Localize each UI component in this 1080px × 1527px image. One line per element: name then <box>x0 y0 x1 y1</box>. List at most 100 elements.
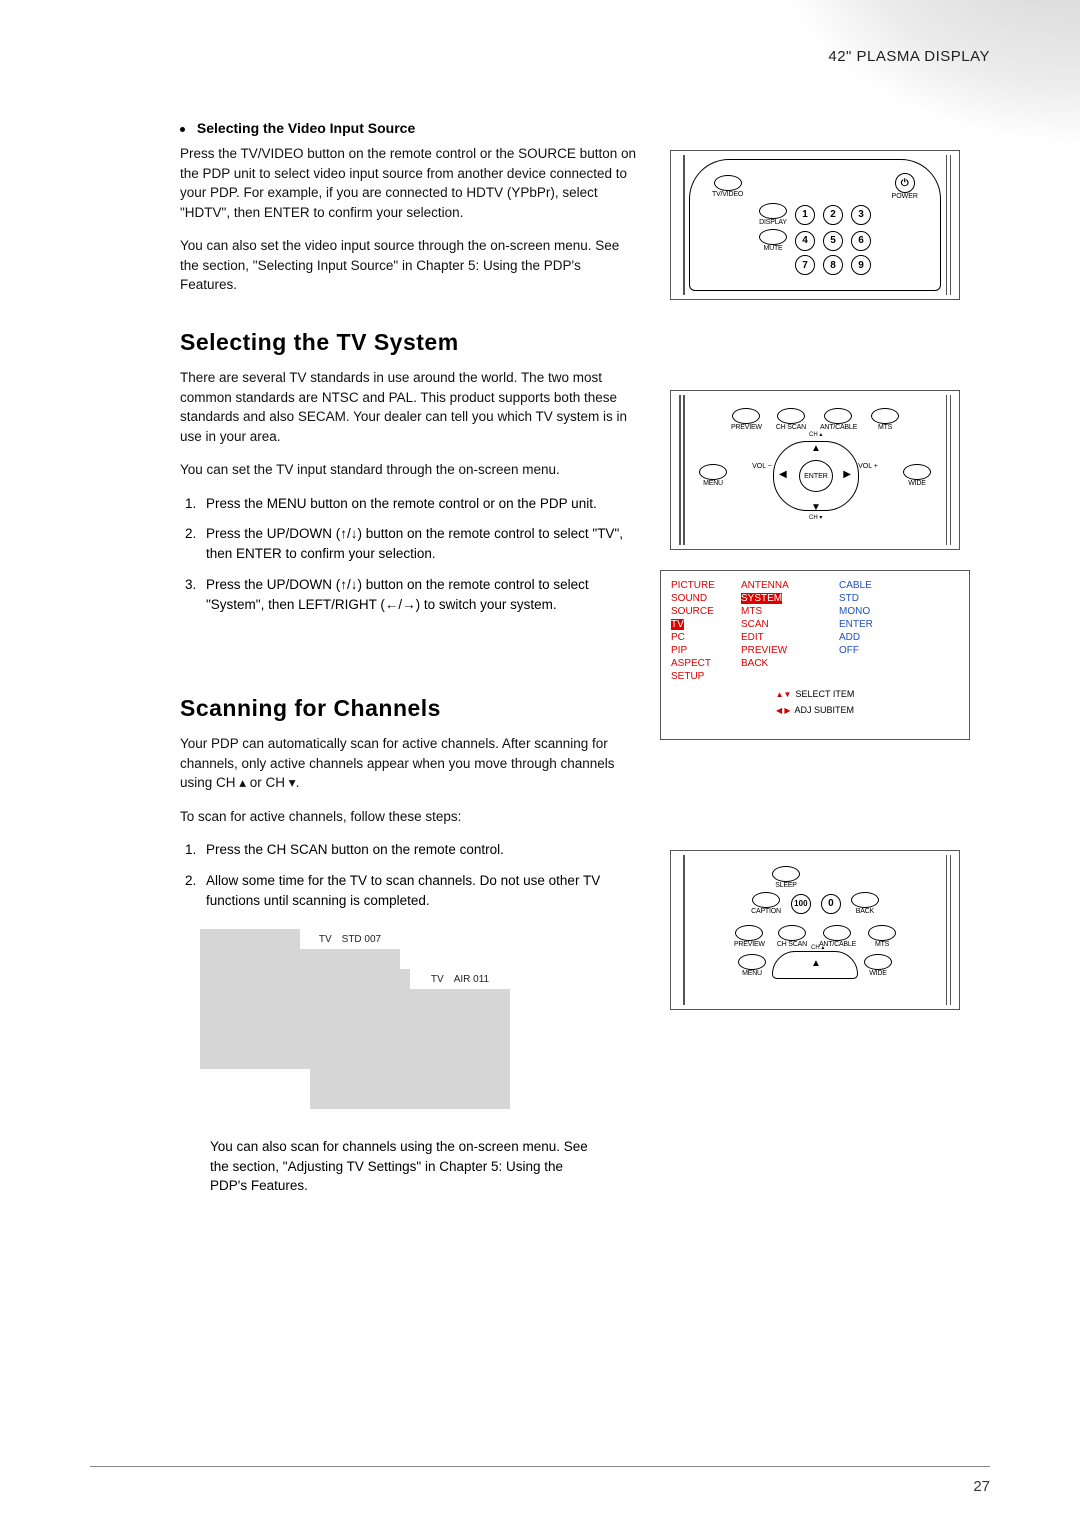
osd-col3-item: OFF <box>835 644 963 657</box>
section-heading-tv-system: Selecting the TV System <box>180 329 640 356</box>
figure-osd-menu: PICTUREANTENNACABLE SOUNDSYSTEMSTD SOURC… <box>660 570 970 740</box>
button-label: PREVIEW <box>734 941 765 948</box>
right-arrow-icon[interactable]: ▶ <box>843 469 851 480</box>
section-heading-scan-channels: Scanning for Channels <box>180 695 640 722</box>
osd-col3-item: MONO <box>835 605 963 618</box>
dpad-top: CH ▴ ▲ <box>772 951 858 979</box>
left-arrow-icon[interactable]: ◀ <box>779 469 787 480</box>
osd-col2-item: SYSTEM <box>737 592 835 605</box>
subsection-heading-video-input: Selecting the Video Input Source <box>180 120 640 136</box>
frame-line <box>683 395 685 545</box>
frame-line <box>950 395 952 545</box>
osd-col2-item: EDIT <box>737 631 835 644</box>
osd-col1-item: PICTURE <box>667 579 737 592</box>
button-label: POWER <box>892 193 918 200</box>
wide-button[interactable]: WIDE <box>903 464 931 487</box>
button-label: CH SCAN <box>777 941 807 948</box>
button-label: SLEEP <box>775 882 797 889</box>
dpad: ENTER ▲ ▼ ◀ ▶ CH ▴ CH ▾ VOL − VOL + <box>755 435 875 515</box>
button-label: WIDE <box>908 480 925 487</box>
osd-col1-item: PC <box>667 631 737 644</box>
num-key-100[interactable]: 100 <box>791 894 811 914</box>
sleep-button[interactable]: SLEEP <box>772 866 800 889</box>
steps-list-tv-system: Press the MENU button on the remote cont… <box>180 494 640 615</box>
dpad-vol-up-label: VOL + <box>857 463 879 470</box>
num-key-2[interactable]: 2 <box>823 205 843 225</box>
num-key-4[interactable]: 4 <box>795 231 815 251</box>
button-label: WIDE <box>869 970 886 977</box>
osd-col3-item: STD <box>835 592 963 605</box>
antcable-button[interactable]: ANT/CABLE <box>820 408 857 431</box>
osd-col1-item: SETUP <box>667 670 737 683</box>
paragraph-footnote: You can also scan for channels using the… <box>210 1137 590 1196</box>
mts-button[interactable]: MTS <box>871 408 899 431</box>
power-icon: ⏻ <box>895 173 915 193</box>
figure-remote-scan: SLEEP CAPTION 100 0 BACK PREVIEW CH SCAN… <box>670 850 960 1010</box>
num-key-9[interactable]: 9 <box>851 255 871 275</box>
scan-channel-label: AIR 011 <box>454 974 489 985</box>
paragraph: There are several TV standards in use ar… <box>180 368 640 446</box>
power-button[interactable]: ⏻ POWER <box>892 173 918 200</box>
osd-col1-item: TV <box>667 618 737 631</box>
osd-col2-item: BACK <box>737 657 835 670</box>
num-key-6[interactable]: 6 <box>851 231 871 251</box>
mts-button[interactable]: MTS <box>868 925 896 948</box>
frame-line <box>946 395 948 545</box>
scan-screen-b: TV AIR 011 <box>310 969 510 1109</box>
num-key-5[interactable]: 5 <box>823 231 843 251</box>
display-button[interactable]: DISPLAY <box>759 203 787 226</box>
frame-line <box>683 155 685 295</box>
osd-col2-item: PREVIEW <box>737 644 835 657</box>
dpad-ch-up-label: CH ▴ <box>809 431 822 438</box>
scan-info-bar: TV AIR 011 <box>410 969 510 989</box>
paragraph: Your PDP can automatically scan for acti… <box>180 734 640 793</box>
frame-line <box>946 855 948 1005</box>
dpad-ch-dn-label: CH ▾ <box>809 514 822 521</box>
menu-button[interactable]: MENU <box>699 464 727 487</box>
page-number: 27 <box>973 1478 990 1495</box>
figure-remote-dpad: PREVIEW CH SCAN ANT/CABLE MTS MENU ENTER… <box>670 390 960 550</box>
osd-col1-item: ASPECT <box>667 657 737 670</box>
chscan-button[interactable]: CH SCAN <box>777 925 807 948</box>
num-key-7[interactable]: 7 <box>795 255 815 275</box>
num-key-8[interactable]: 8 <box>823 255 843 275</box>
osd-table: PICTUREANTENNACABLE SOUNDSYSTEMSTD SOURC… <box>667 579 963 683</box>
num-key-3[interactable]: 3 <box>851 205 871 225</box>
down-arrow-icon[interactable]: ▼ <box>811 502 821 513</box>
subsection-title: Selecting the Video Input Source <box>197 120 415 136</box>
up-arrow-icon[interactable]: ▲ <box>811 443 821 454</box>
bullet-icon <box>180 127 185 132</box>
step-item: Allow some time for the TV to scan chann… <box>200 871 640 912</box>
paragraph: To scan for active channels, follow thes… <box>180 807 640 827</box>
osd-col1-item: SOURCE <box>667 605 737 618</box>
up-arrow-icon[interactable]: ▲ <box>811 958 821 969</box>
button-label: TV/VIDEO <box>712 191 743 198</box>
dpad-vol-dn-label: VOL − <box>751 463 773 470</box>
scan-source-label: TV <box>431 974 444 985</box>
osd-col2-item: ANTENNA <box>737 579 835 592</box>
wide-button[interactable]: WIDE <box>864 954 892 977</box>
osd-col3-item: CABLE <box>835 579 963 592</box>
frame-line <box>950 855 952 1005</box>
preview-button[interactable]: PREVIEW <box>734 925 765 948</box>
scan-source-label: TV <box>319 934 332 945</box>
caption-button[interactable]: CAPTION <box>751 892 781 915</box>
num-key-0[interactable]: 0 <box>821 894 841 914</box>
osd-col1-item: SOUND <box>667 592 737 605</box>
osd-col2-item: MTS <box>737 605 835 618</box>
back-button[interactable]: BACK <box>851 892 879 915</box>
header-product-name: 42" PLASMA DISPLAY <box>828 48 990 65</box>
mute-button[interactable]: MUTE <box>759 229 787 252</box>
num-key-1[interactable]: 1 <box>795 205 815 225</box>
enter-button[interactable]: ENTER <box>799 460 833 492</box>
preview-button[interactable]: PREVIEW <box>731 408 762 431</box>
frame-line <box>683 855 685 1005</box>
menu-button[interactable]: MENU <box>738 954 766 977</box>
button-label: CH SCAN <box>776 424 806 431</box>
tv-video-button[interactable]: TV/VIDEO <box>712 175 743 198</box>
chscan-button[interactable]: CH SCAN <box>776 408 806 431</box>
step-item: Press the UP/DOWN (↑/↓) button on the re… <box>200 575 640 616</box>
scan-screens-illustration: TV STD 007 TV AIR 011 <box>200 929 520 1119</box>
button-label: ANT/CABLE <box>819 941 856 948</box>
antcable-button[interactable]: ANT/CABLE <box>819 925 856 948</box>
